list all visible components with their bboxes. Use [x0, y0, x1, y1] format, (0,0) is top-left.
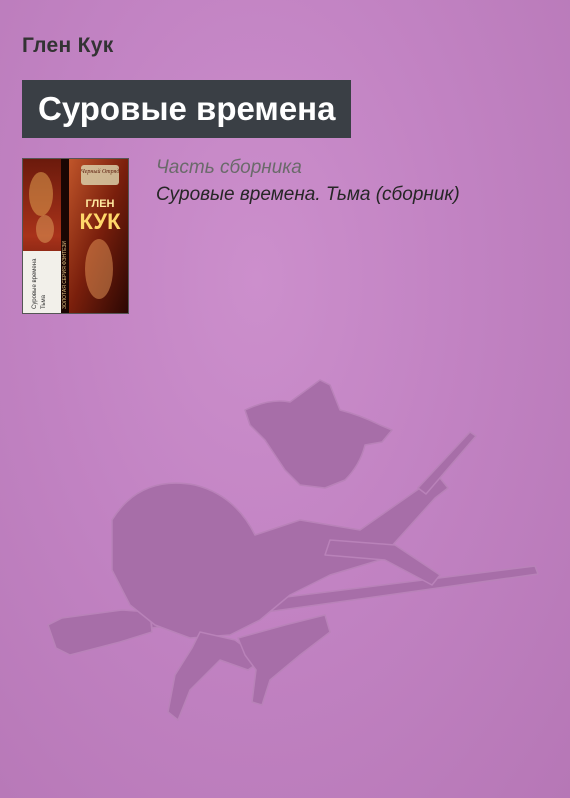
collection-link[interactable]: Суровые времена. Тьма (сборник) [156, 184, 460, 206]
cover-author-last: КУК [79, 209, 121, 234]
book-author[interactable]: Глен Кук [22, 34, 114, 58]
witch-on-broom-silhouette-icon [47, 379, 539, 721]
cover-title-1: Суровые времена [32, 258, 38, 309]
book-title: Суровые времена [38, 90, 336, 127]
book-cover-image[interactable]: Черный Отряд ГЛЕН КУК ЗОЛОТАЯ СЕРИЯ ФЭНТ… [22, 158, 129, 314]
cover-series: Черный Отряд [81, 168, 120, 175]
cover-spine-text: ЗОЛОТАЯ СЕРИЯ ФЭНТЕЗИ [62, 241, 68, 309]
cover-title-2: Тьма [41, 294, 47, 309]
collection-label: Часть сборника [156, 157, 302, 178]
book-title-box: Суровые времена [22, 80, 352, 138]
